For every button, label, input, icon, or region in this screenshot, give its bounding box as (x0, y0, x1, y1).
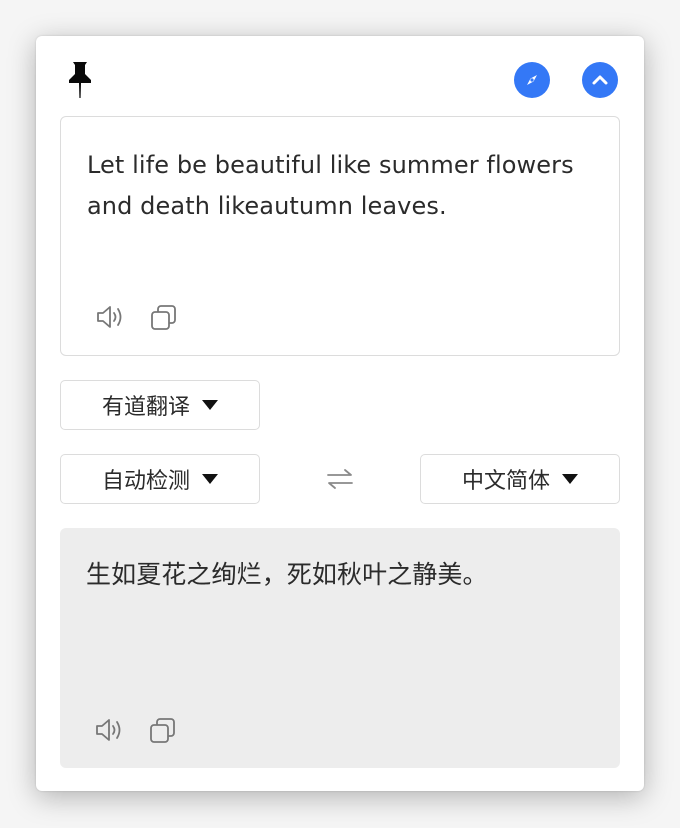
chevron-up-icon (590, 70, 610, 90)
swap-arrows-icon (324, 469, 356, 496)
caret-down-icon (202, 400, 218, 410)
translator-window: Let life be beautiful like summer flower… (36, 36, 644, 791)
target-language-select[interactable]: 中文简体 (420, 454, 620, 504)
speaker-icon[interactable] (94, 716, 124, 744)
caret-down-icon (202, 474, 218, 484)
source-language-label: 自动检测 (101, 469, 190, 494)
compass-button[interactable] (514, 62, 550, 98)
result-text: 生如夏花之绚烂，死如秋叶之静美。 (86, 560, 488, 589)
result-text-card: 生如夏花之绚烂，死如秋叶之静美。 (60, 528, 620, 768)
swap-languages-button[interactable] (324, 466, 356, 492)
source-text[interactable]: Let life be beautiful like summer flower… (87, 145, 587, 227)
source-tools (95, 303, 179, 331)
source-language-select[interactable]: 自动检测 (60, 454, 260, 504)
collapse-button[interactable] (582, 62, 618, 98)
speaker-icon[interactable] (95, 303, 125, 331)
copy-icon[interactable] (148, 716, 178, 744)
compass-icon (522, 70, 542, 90)
target-language-label: 中文简体 (461, 469, 550, 494)
pin-icon[interactable] (66, 60, 94, 100)
result-tools (94, 716, 178, 744)
copy-icon[interactable] (149, 303, 179, 331)
caret-down-icon (562, 474, 578, 484)
engine-select[interactable]: 有道翻译 (60, 380, 260, 430)
engine-select-label: 有道翻译 (101, 395, 190, 420)
source-text-card[interactable]: Let life be beautiful like summer flower… (60, 116, 620, 356)
